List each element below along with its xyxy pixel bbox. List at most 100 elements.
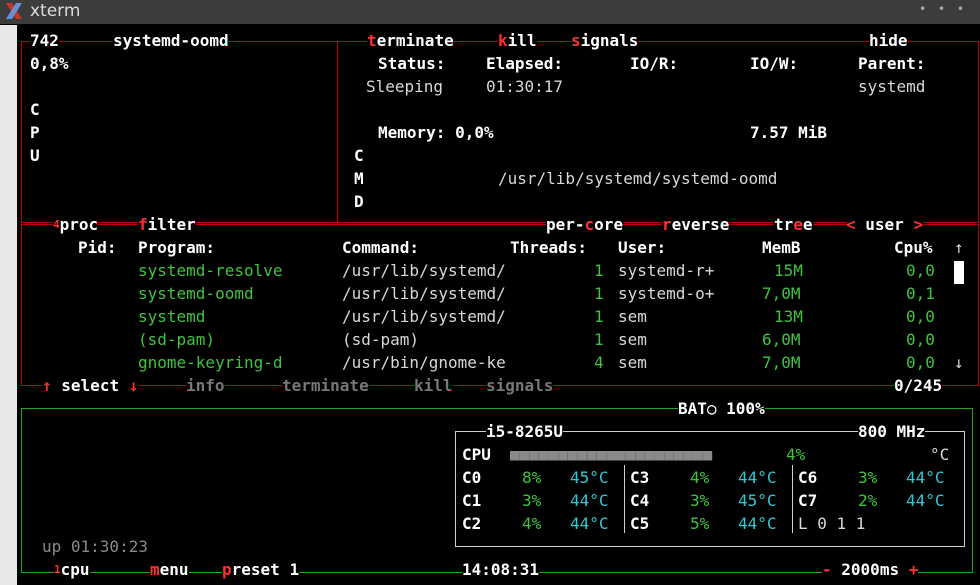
row-1-command: /usr/lib/systemd/	[342, 284, 506, 303]
preset-wrap: preset 1	[222, 558, 300, 581]
percore-b[interactable]: ore	[594, 215, 623, 234]
row-0-command: /usr/lib/systemd/	[342, 261, 506, 280]
load-average: L 0 1 1	[798, 514, 866, 533]
core-6-name: C6	[798, 468, 818, 487]
core-4-name: C4	[630, 491, 650, 510]
col-pid[interactable]: Pid:	[78, 236, 117, 259]
percore-a[interactable]: per-	[546, 215, 585, 234]
row-4-user: sem	[618, 353, 647, 372]
percore-wrap: per-core	[546, 213, 624, 236]
row-0-mem: 15M	[774, 261, 803, 280]
cpu-temp-unit: °C	[930, 445, 950, 464]
core-7-usage: 2%	[858, 491, 878, 510]
core-7-name: C7	[798, 491, 818, 510]
sort-wrap: < user >	[846, 213, 924, 236]
col-threads[interactable]: Threads:	[510, 236, 587, 259]
signals-hotkey: s	[571, 31, 581, 50]
kill-button[interactable]: ill	[508, 31, 537, 50]
row-3-user: sem	[618, 330, 647, 349]
select-down-arrow[interactable]: ↓	[129, 376, 139, 395]
row-4-threads: 4	[594, 353, 604, 372]
process-count: 0/245	[894, 376, 943, 395]
signals-button[interactable]: ignals	[581, 31, 639, 50]
footer-kill-button[interactable]: kill	[414, 376, 453, 395]
parent-header: Parent:	[858, 54, 926, 73]
core-3-temp: 44°C	[738, 468, 777, 487]
row-4-program[interactable]: gnome-keyring-d	[138, 351, 283, 374]
footer-terminate-button[interactable]: terminate	[282, 376, 369, 395]
preset-hotkey: p	[222, 560, 232, 579]
interval-decrease[interactable]: -	[822, 560, 832, 579]
core-0-temp: 45°C	[570, 468, 609, 487]
select-up-arrow[interactable]: ↑	[42, 376, 52, 395]
info-button[interactable]: info	[186, 376, 225, 395]
cpu-tab[interactable]: cpu	[61, 560, 90, 579]
footer-signals-wrap: signals	[486, 374, 554, 397]
core-divider-2	[792, 465, 793, 533]
elapsed-value: 01:30:17	[486, 77, 564, 96]
cpu-freq-wrap: 800 MHz	[858, 420, 926, 443]
hide-button[interactable]: hide	[869, 31, 908, 50]
row-4-cpu: 0,0	[906, 353, 935, 372]
tree-a[interactable]: tr	[774, 215, 793, 234]
iow-header: IO/W:	[750, 54, 799, 73]
core-2-usage: 4%	[522, 514, 542, 533]
proc-count-wrap: 0/245	[894, 374, 943, 397]
col-command[interactable]: Command:	[342, 236, 419, 259]
sort-field[interactable]: user	[865, 215, 904, 234]
terminate-button[interactable]: erminate	[377, 31, 454, 50]
battery-wrap: BAT○ 100%	[678, 397, 765, 420]
row-1-program[interactable]: systemd-oomd	[138, 282, 254, 305]
select-label[interactable]: select	[61, 376, 119, 395]
proc-label: proc	[59, 215, 99, 234]
core-3-usage: 4%	[690, 468, 710, 487]
row-1-user: systemd-o+	[618, 284, 715, 303]
window-controls[interactable]: • • •	[919, 2, 968, 16]
sort-right-arrow[interactable]: >	[913, 215, 923, 234]
cmd-label-m: M	[354, 169, 364, 188]
row-2-cpu: 0,0	[906, 307, 935, 326]
clock-wrap: 14:08:31	[462, 558, 540, 581]
col-user[interactable]: User:	[618, 236, 666, 259]
filter-button[interactable]: ilter	[148, 215, 196, 234]
terminal-area[interactable]: 742 systemd-oomd terminate kill signals …	[17, 25, 980, 585]
row-1-threads: 1	[594, 284, 604, 303]
preset-button[interactable]: reset 1	[232, 560, 299, 579]
interval-increase[interactable]: +	[909, 560, 919, 579]
detail-process-name: systemd-oomd	[113, 31, 229, 50]
tree-b[interactable]: e	[803, 215, 813, 234]
row-0-user: systemd-r+	[618, 261, 715, 280]
core-5-usage: 5%	[690, 514, 710, 533]
core-4-usage: 3%	[690, 491, 710, 510]
col-mem[interactable]: MemB	[762, 236, 801, 259]
parent-value: systemd	[858, 77, 926, 96]
row-3-mem: 6,0M	[762, 330, 801, 349]
core-1-usage: 3%	[522, 491, 542, 510]
row-3-program[interactable]: (sd-pam)	[138, 328, 215, 351]
footer-terminate-wrap: terminate	[282, 374, 369, 397]
reverse-wrap: reverse	[662, 213, 730, 236]
reverse-button[interactable]: everse	[672, 215, 730, 234]
scroll-up-arrow[interactable]: ↑	[954, 236, 964, 259]
row-2-program[interactable]: systemd	[138, 305, 205, 328]
menu-hotkey: m	[150, 560, 160, 579]
clock: 14:08:31	[462, 560, 540, 579]
menu-button[interactable]: enu	[160, 560, 189, 579]
row-0-program[interactable]: systemd-resolve	[138, 259, 283, 282]
status-header: Status:	[378, 54, 446, 73]
core-1-temp: 44°C	[570, 491, 609, 510]
core-6-temp: 44°C	[906, 468, 945, 487]
footer-signals-button[interactable]: signals	[486, 376, 554, 395]
cpu-model-wrap: i5-8265U	[486, 420, 564, 443]
detail-actions: terminate	[367, 29, 454, 52]
xterm-logo-icon	[6, 3, 22, 19]
scrollbar-thumb[interactable]	[954, 261, 964, 284]
col-cpu[interactable]: Cpu%	[894, 236, 933, 259]
sort-left-arrow[interactable]: <	[846, 215, 856, 234]
proc-detail-header: 742	[30, 29, 59, 52]
col-program[interactable]: Program:	[138, 236, 215, 259]
cpu-frequency: 800 MHz	[858, 422, 926, 441]
core-1-name: C1	[462, 491, 482, 510]
scroll-down-arrow[interactable]: ↓	[954, 351, 964, 374]
interval-wrap: - 2000ms +	[822, 558, 919, 581]
